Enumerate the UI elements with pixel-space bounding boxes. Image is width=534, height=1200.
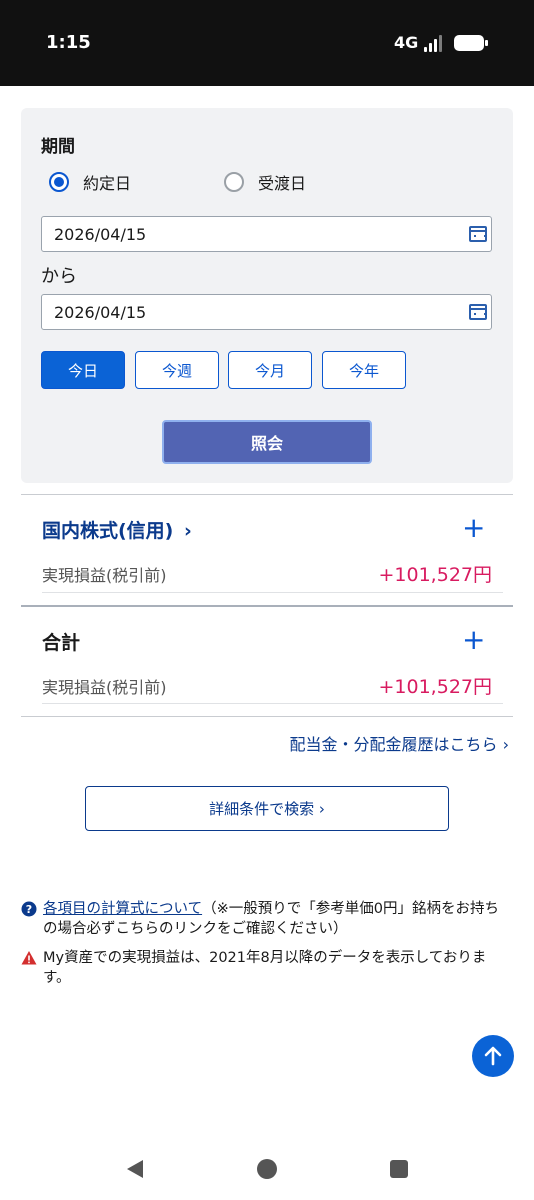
- inquiry-button[interactable]: 照会: [162, 420, 372, 464]
- radio-trade-date[interactable]: 約定日: [49, 170, 131, 194]
- calendar-icon[interactable]: [469, 304, 487, 320]
- divider: [21, 605, 513, 607]
- calendar-icon[interactable]: [469, 226, 487, 242]
- calc-formula-note: ? 各項目の計算式について（※一般預りで「参考単価0円」銘柄をお持ちの場合必ずこ…: [21, 899, 513, 939]
- divider: [21, 716, 513, 717]
- date-separator: から: [41, 266, 77, 287]
- back-icon[interactable]: [124, 1158, 146, 1180]
- radio-checked-icon: [49, 172, 69, 192]
- recents-icon[interactable]: [389, 1159, 409, 1179]
- radio-label: 約定日: [83, 174, 132, 193]
- quick-week-button[interactable]: 今週: [135, 351, 219, 389]
- arrow-up-icon: [484, 1046, 502, 1066]
- section-title: 国内株式(信用): [42, 520, 174, 542]
- data-range-warning: My資産での実現損益は、2021年8月以降のデータを表示しております。: [21, 948, 513, 988]
- detail-search-button[interactable]: 詳細条件で検索 ›: [85, 786, 449, 831]
- quick-year-button[interactable]: 今年: [322, 351, 406, 389]
- quick-month-button[interactable]: 今月: [228, 351, 312, 389]
- radio-unchecked-icon: [224, 172, 244, 192]
- expand-plus-icon[interactable]: +: [462, 514, 485, 542]
- period-filter-panel: 期間 約定日 受渡日 から 今日 今週 今月 今年 照会: [21, 108, 513, 483]
- chevron-right-icon: ›: [184, 520, 192, 542]
- status-time: 1:15: [46, 32, 91, 53]
- divider: [42, 703, 503, 704]
- warning-text: My資産での実現損益は、2021年8月以降のデータを表示しております。: [43, 950, 487, 986]
- expand-plus-icon[interactable]: +: [462, 626, 485, 654]
- section-domestic-margin-link[interactable]: 国内株式(信用) ›: [42, 516, 192, 543]
- realized-pl-label: 実現損益(税引前): [42, 566, 167, 585]
- divider: [21, 494, 513, 495]
- help-icon: ?: [21, 901, 37, 917]
- radio-label: 受渡日: [258, 174, 307, 193]
- svg-text:?: ?: [26, 903, 32, 916]
- battery-icon: [454, 35, 488, 51]
- network-type: 4G: [394, 33, 419, 52]
- to-date-input[interactable]: [41, 294, 492, 330]
- dividend-history-link[interactable]: 配当金・分配金履歴はこちら ›: [290, 731, 510, 755]
- realized-pl-value: +101,527円: [378, 564, 493, 586]
- section-total-title: 合計: [42, 632, 81, 654]
- calc-formula-link[interactable]: 各項目の計算式について: [43, 901, 202, 917]
- home-icon[interactable]: [256, 1158, 278, 1180]
- scroll-top-button[interactable]: [472, 1035, 514, 1077]
- navigation-bar: [0, 1140, 534, 1200]
- period-title: 期間: [41, 137, 75, 157]
- from-date-input[interactable]: [41, 216, 492, 252]
- signal-icon: [424, 34, 446, 52]
- divider: [42, 592, 503, 593]
- realized-pl-label: 実現損益(税引前): [42, 678, 167, 697]
- quick-today-button[interactable]: 今日: [41, 351, 125, 389]
- status-bar: 1:15 4G: [0, 0, 534, 86]
- radio-settlement-date[interactable]: 受渡日: [224, 170, 306, 194]
- realized-pl-value: +101,527円: [378, 676, 493, 698]
- warning-icon: [21, 951, 37, 965]
